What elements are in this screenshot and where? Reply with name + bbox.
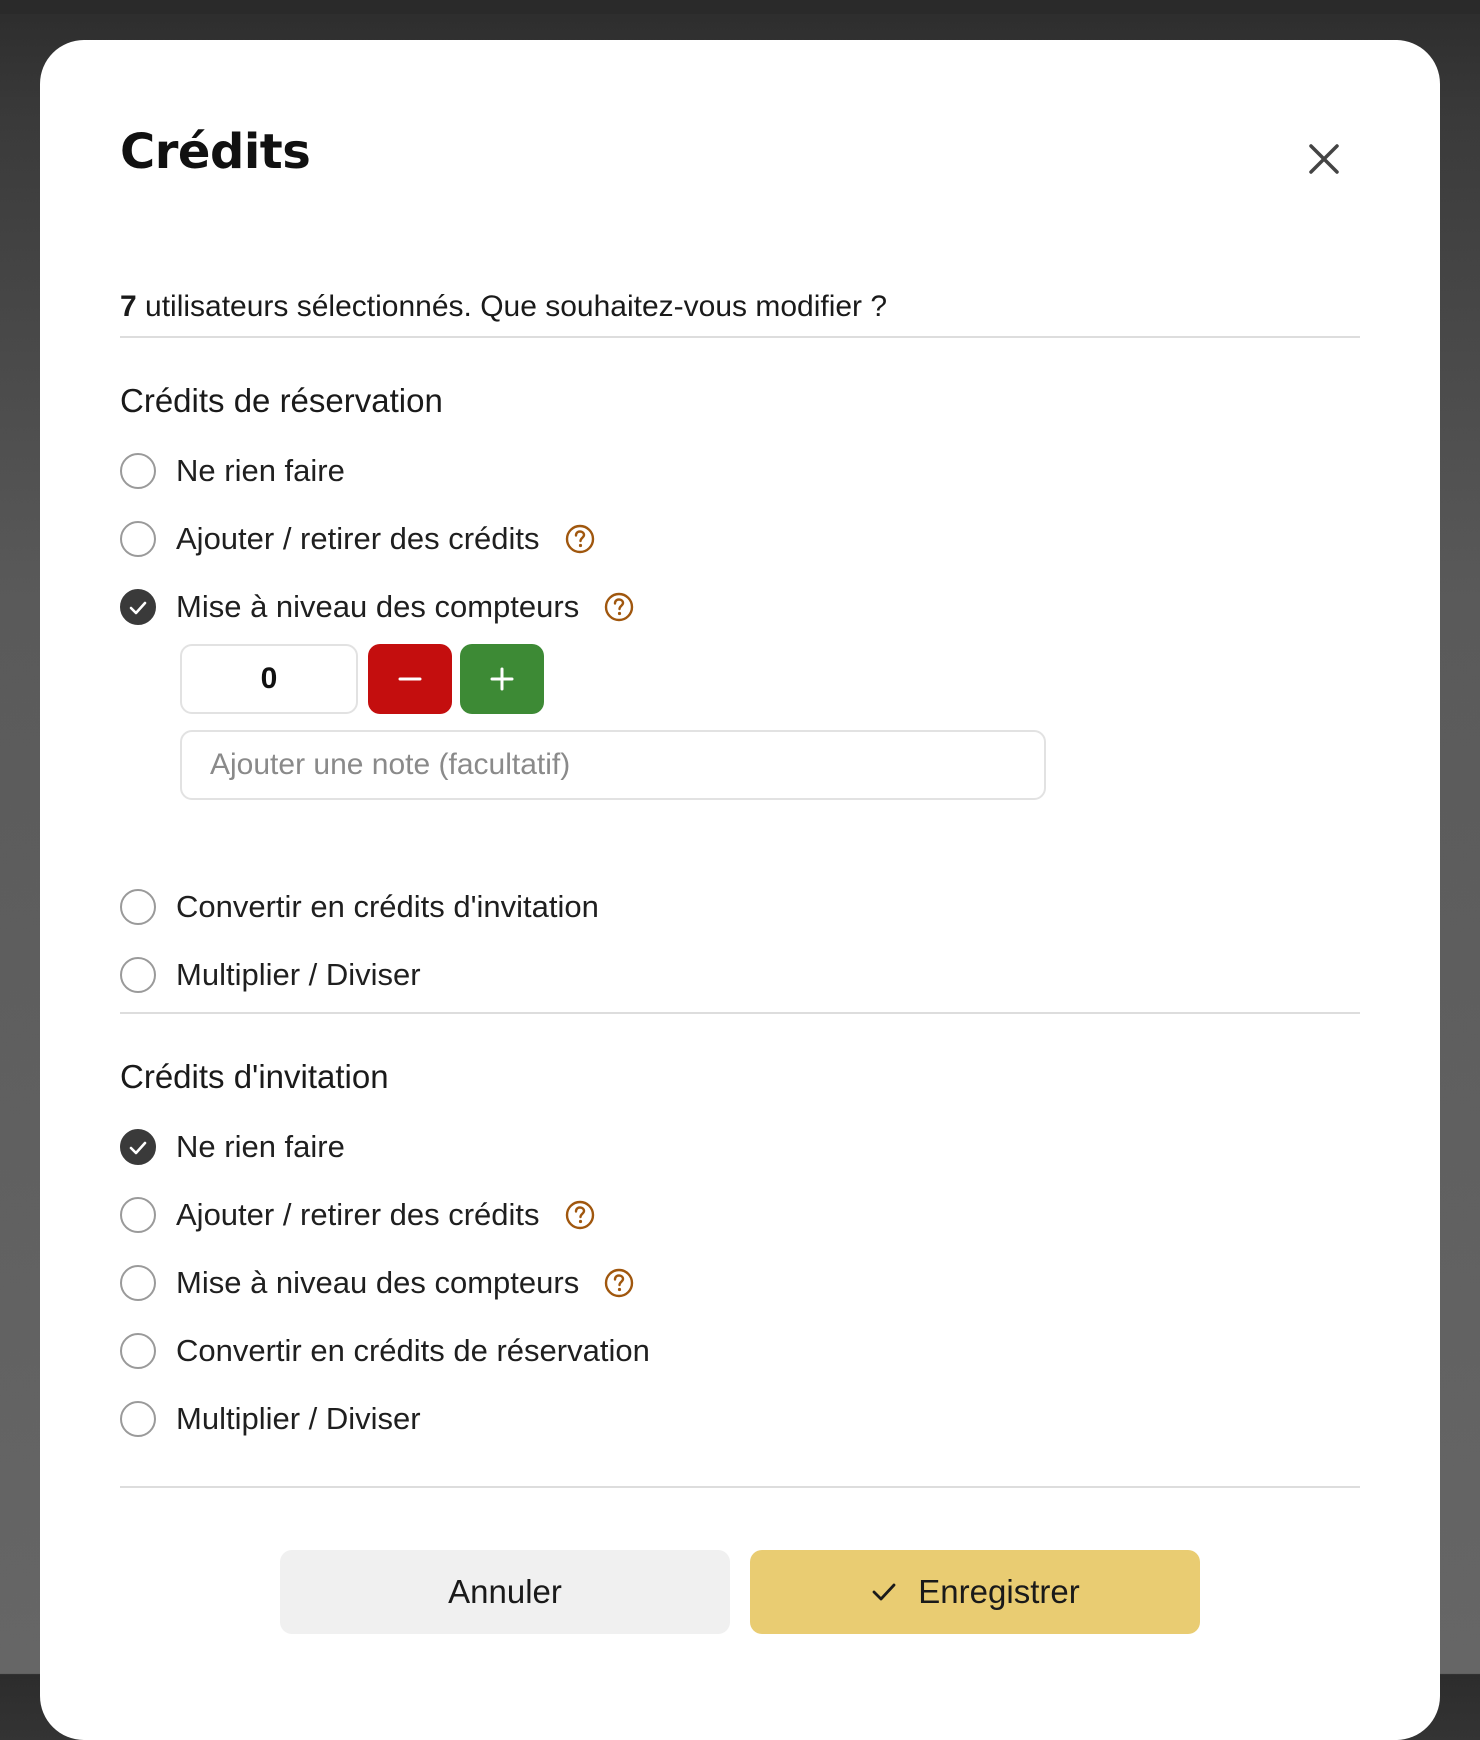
section-title-invitation: Crédits d'invitation (120, 1058, 389, 1095)
save-button[interactable]: Enregistrer (750, 1550, 1200, 1634)
reservation-option-do-nothing[interactable]: Ne rien faire (120, 450, 345, 492)
option-label: Convertir en crédits de réservation (176, 1333, 650, 1368)
reservation-option-multiply-divide[interactable]: Multiplier / Diviser (120, 954, 421, 996)
divider (120, 336, 1360, 338)
option-label: Ajouter / retirer des crédits (176, 1197, 540, 1232)
divider (120, 1486, 1360, 1488)
counter-value-input[interactable] (180, 644, 358, 714)
section-title-reservation: Crédits de réservation (120, 382, 443, 419)
check-icon (870, 1578, 898, 1606)
help-icon[interactable] (564, 1199, 596, 1231)
reservation-option-level-counters[interactable]: Mise à niveau des compteurs (120, 586, 635, 628)
option-label: Ajouter / retirer des crédits (176, 521, 540, 556)
minus-icon (398, 677, 422, 681)
radio-button[interactable] (120, 453, 156, 489)
option-label: Mise à niveau des compteurs (176, 589, 580, 624)
radio-button[interactable] (120, 1401, 156, 1437)
radio-button[interactable] (120, 1333, 156, 1369)
cancel-button[interactable]: Annuler (280, 1550, 730, 1634)
close-icon (1309, 144, 1339, 174)
radio-button[interactable] (120, 1265, 156, 1301)
option-label: Multiplier / Diviser (176, 1401, 421, 1436)
divider (120, 1012, 1360, 1014)
selected-user-count: 7 (120, 290, 137, 323)
close-button[interactable] (1301, 136, 1347, 182)
radio-button[interactable] (120, 589, 156, 625)
selection-summary-text: utilisateurs sélectionnés. Que souhaitez… (136, 290, 888, 323)
radio-button[interactable] (120, 957, 156, 993)
radio-button[interactable] (120, 1197, 156, 1233)
plus-icon (490, 667, 514, 691)
help-icon[interactable] (603, 591, 635, 623)
selection-summary: 7 utilisateurs sélectionnés. Que souhait… (120, 292, 887, 322)
note-input[interactable] (180, 730, 1046, 800)
modal-title: Crédits (120, 124, 311, 180)
radio-button[interactable] (120, 889, 156, 925)
invitation-option-convert-to-reservation[interactable]: Convertir en crédits de réservation (120, 1330, 650, 1372)
invitation-option-add-remove[interactable]: Ajouter / retirer des crédits (120, 1194, 596, 1236)
reservation-option-convert-to-invitation[interactable]: Convertir en crédits d'invitation (120, 886, 599, 928)
save-button-label: Enregistrer (918, 1573, 1080, 1610)
option-label: Ne rien faire (176, 1129, 345, 1164)
invitation-option-level-counters[interactable]: Mise à niveau des compteurs (120, 1262, 635, 1304)
decrement-button[interactable] (368, 644, 452, 714)
option-label: Convertir en crédits d'invitation (176, 889, 599, 924)
option-label: Ne rien faire (176, 453, 345, 488)
invitation-option-do-nothing[interactable]: Ne rien faire (120, 1126, 345, 1168)
credits-modal: Crédits 7 utilisateurs sélectionnés. Que… (40, 40, 1440, 1740)
option-label: Multiplier / Diviser (176, 957, 421, 992)
radio-button[interactable] (120, 1129, 156, 1165)
radio-button[interactable] (120, 521, 156, 557)
reservation-option-add-remove[interactable]: Ajouter / retirer des crédits (120, 518, 596, 560)
option-label: Mise à niveau des compteurs (176, 1265, 580, 1300)
background-top-bar (0, 0, 1480, 14)
increment-button[interactable] (460, 644, 544, 714)
invitation-option-multiply-divide[interactable]: Multiplier / Diviser (120, 1398, 421, 1440)
help-icon[interactable] (564, 523, 596, 555)
help-icon[interactable] (603, 1267, 635, 1299)
